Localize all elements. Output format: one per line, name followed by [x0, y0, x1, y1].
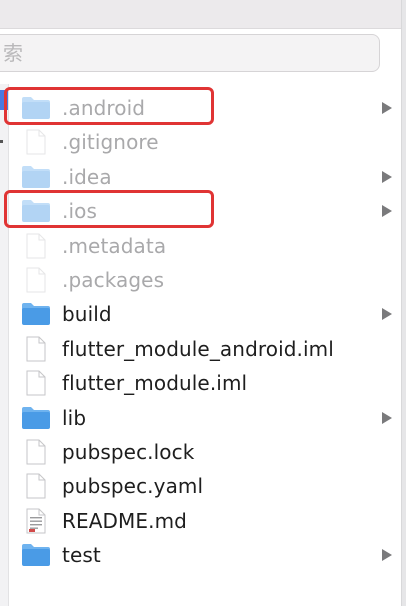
highlight-box [4, 190, 214, 229]
highlight-box [4, 87, 214, 125]
file-name: test [62, 543, 101, 568]
file-icon [20, 370, 52, 396]
file-icon [20, 267, 52, 293]
search-field[interactable]: 索 [0, 34, 380, 72]
disclosure-arrow-icon[interactable] [382, 170, 392, 183]
column-divider[interactable] [8, 84, 9, 606]
disclosure-arrow-icon[interactable] [382, 549, 392, 562]
file-row[interactable]: flutter_module_android.iml [10, 332, 398, 366]
folder-icon [20, 542, 52, 568]
toolbar-strip [0, 0, 406, 29]
file-name: flutter_module_android.iml [62, 336, 334, 361]
column-scroll-edge[interactable] [401, 0, 406, 606]
file-row[interactable]: .ios [4, 190, 398, 229]
folder-icon [20, 301, 52, 327]
disclosure-arrow-icon[interactable] [382, 308, 392, 321]
file-icon [20, 336, 52, 362]
file-row[interactable]: .idea [10, 160, 398, 194]
folder-icon [20, 405, 52, 431]
file-icon [20, 473, 52, 499]
file-name: .packages [62, 267, 165, 292]
sidebar-bullet [0, 140, 3, 143]
folder-icon [20, 164, 52, 190]
file-name: README.md [62, 508, 187, 533]
file-row[interactable]: .gitignore [10, 125, 398, 159]
file-name: .idea [62, 164, 112, 189]
file-row[interactable]: build [10, 297, 398, 331]
file-name: flutter_module.iml [62, 371, 248, 396]
sidebar-edge [0, 84, 8, 606]
file-name: pubspec.yaml [62, 474, 204, 499]
file-name: pubspec.lock [62, 439, 195, 464]
file-row[interactable]: .metadata [10, 229, 398, 263]
file-name: .metadata [62, 233, 167, 258]
finder-window: 索 .android .gitignore .idea .ios .metadata .p… [0, 0, 406, 606]
file-row[interactable]: flutter_module.iml [10, 366, 398, 400]
file-row[interactable]: README.md [10, 504, 398, 538]
file-name: build [62, 302, 112, 327]
file-row[interactable]: .packages [10, 263, 398, 297]
file-row[interactable]: .android [4, 87, 398, 125]
file-row[interactable]: pubspec.yaml [10, 469, 398, 503]
file-icon [20, 129, 52, 155]
search-placeholder: 索 [3, 41, 23, 65]
disclosure-arrow-icon[interactable] [382, 205, 392, 218]
file-row[interactable]: lib [10, 401, 398, 435]
disclosure-arrow-icon[interactable] [382, 102, 392, 114]
file-icon [20, 233, 52, 259]
markdown-file-icon [20, 508, 52, 534]
file-name: .gitignore [62, 130, 159, 155]
file-icon [20, 439, 52, 465]
file-row[interactable]: pubspec.lock [10, 435, 398, 469]
file-row[interactable]: test [10, 538, 398, 572]
file-list: .android .gitignore .idea .ios .metadata .pac… [4, 87, 398, 572]
file-name: lib [62, 405, 87, 430]
disclosure-arrow-icon[interactable] [382, 411, 392, 424]
